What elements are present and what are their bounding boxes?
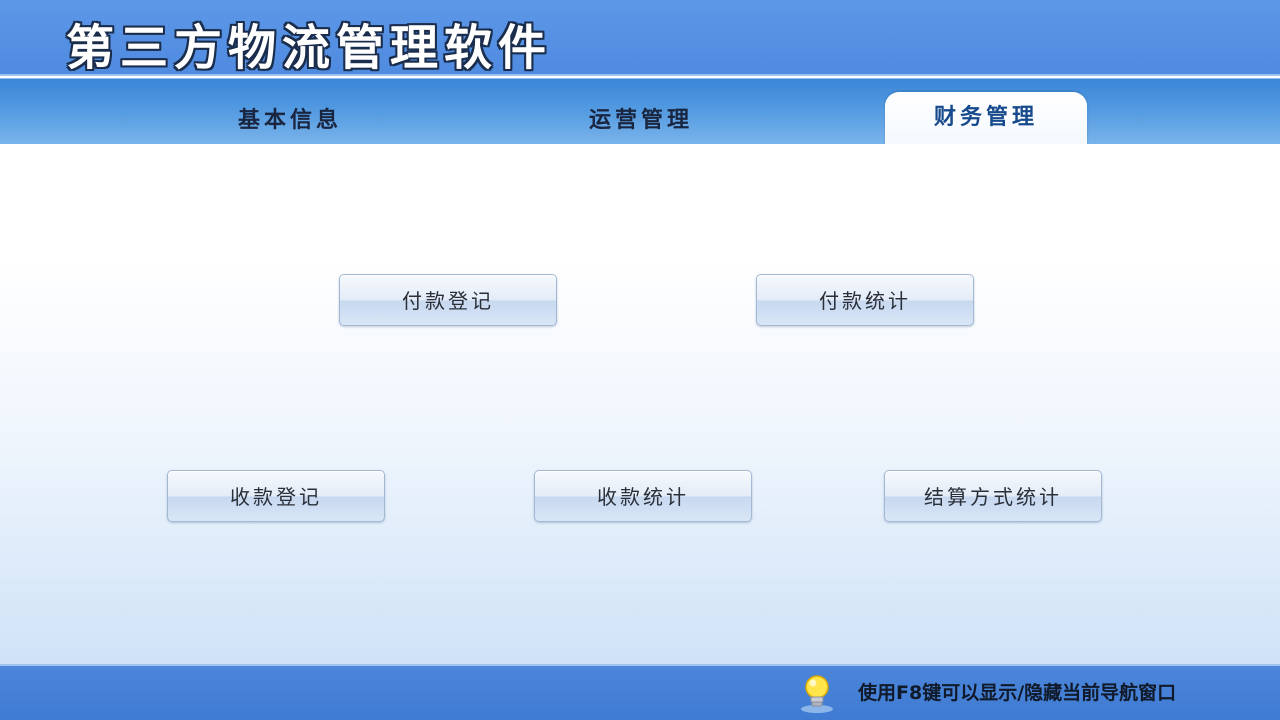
status-footer: 使用F8键可以显示/隐藏当前导航窗口 bbox=[0, 664, 1280, 720]
app-title: 第三方物流管理软件 bbox=[66, 20, 553, 76]
receipt-statistics-button[interactable]: 收款统计 bbox=[534, 470, 752, 522]
app-window: 第三方物流管理软件 基本信息 运营管理 财务管理 付款登记 付款统计 收款登记 … bbox=[0, 0, 1280, 720]
navigation-hint-text: 使用F8键可以显示/隐藏当前导航窗口 bbox=[858, 682, 1177, 704]
tab-basic-info[interactable]: 基本信息 bbox=[200, 101, 380, 141]
finance-panel: 付款登记 付款统计 收款登记 收款统计 结算方式统计 bbox=[0, 144, 1280, 664]
payment-statistics-button[interactable]: 付款统计 bbox=[756, 274, 974, 326]
settlement-method-statistics-button[interactable]: 结算方式统计 bbox=[884, 470, 1102, 522]
receipt-register-button[interactable]: 收款登记 bbox=[167, 470, 385, 522]
lightbulb-icon bbox=[801, 675, 833, 713]
tab-bar: 基本信息 运营管理 财务管理 bbox=[0, 78, 1280, 145]
title-bar: 第三方物流管理软件 bbox=[0, 0, 1280, 76]
tab-operations-management[interactable]: 运营管理 bbox=[556, 101, 726, 141]
tab-finance-management[interactable]: 财务管理 bbox=[885, 92, 1087, 145]
payment-register-button[interactable]: 付款登记 bbox=[339, 274, 557, 326]
